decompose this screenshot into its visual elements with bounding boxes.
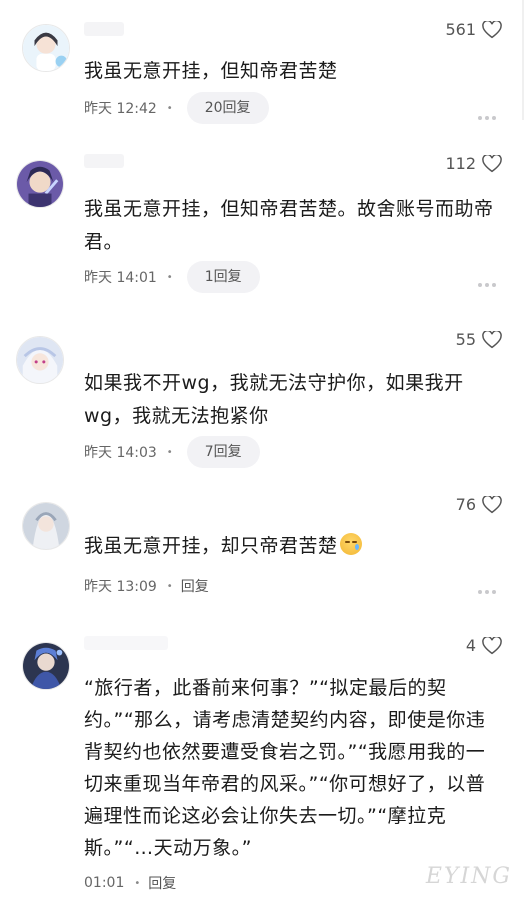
heart-icon [482, 154, 502, 172]
avatar[interactable] [22, 502, 70, 550]
like-count: 55 [455, 330, 476, 349]
comment-meta: 昨天 14:01 • 1回复 [84, 261, 260, 293]
reply-button[interactable]: 7回复 [186, 436, 260, 468]
reply-button[interactable]: 回复 [148, 873, 176, 893]
comment-text: 我虽无意开挂，却只帝君苦楚 [84, 530, 504, 563]
reply-button[interactable]: 1回复 [186, 261, 260, 293]
separator: • [166, 271, 173, 283]
timestamp: 昨天 14:01 [84, 270, 157, 286]
reply-button[interactable]: 20回复 [186, 92, 269, 124]
more-icon[interactable] [478, 105, 500, 120]
comment-text: 我虽无意开挂，但知帝君苦楚。故舍账号而助帝君。 [84, 198, 494, 253]
reply-button[interactable]: 回复 [181, 576, 209, 596]
scroll-edge [522, 0, 524, 120]
heart-icon [482, 20, 502, 38]
like-button[interactable]: 55 [456, 330, 502, 349]
like-count: 112 [445, 154, 476, 173]
timestamp: 昨天 12:42 [84, 101, 157, 117]
comment-3: 55 如果我不开wg，我就无法守护你，如果我开wg，我就无法抱紧你 昨天 14:… [0, 320, 526, 490]
avatar[interactable] [16, 336, 64, 384]
comment-text-body: 我虽无意开挂，却只帝君苦楚 [84, 535, 338, 557]
comment-5: 4 “旅行者，此番前来何事？”“拟定最后的契约。”“那么，请考虑清楚契约内容，即… [0, 630, 526, 897]
separator: • [166, 446, 173, 458]
username-placeholder[interactable] [84, 154, 124, 168]
comment-text: “旅行者，此番前来何事？”“拟定最后的契约。”“那么，请考虑清楚契约内容，即使是… [84, 677, 486, 859]
comment-2: 112 我虽无意开挂，但知帝君苦楚。故舍账号而助帝君。 昨天 14:01 • 1… [0, 150, 526, 320]
comment-meta: 昨天 13:09 • 回复 [84, 576, 209, 596]
heart-icon [482, 636, 502, 654]
watermark-logo: EYING [425, 864, 512, 889]
comment-text: 如果我不开wg，我就无法守护你，如果我开wg，我就无法抱紧你 [84, 372, 464, 427]
separator: • [166, 102, 173, 114]
like-button[interactable]: 76 [456, 495, 502, 514]
separator: • [134, 877, 141, 889]
avatar[interactable] [22, 642, 70, 690]
comment-4: 76 我虽无意开挂，却只帝君苦楚 昨天 13:09 • 回复 [0, 490, 526, 630]
username-placeholder[interactable] [84, 636, 168, 650]
comment-1: 561 我虽无意开挂，但知帝君苦楚 昨天 12:42 • 20回复 [0, 0, 526, 150]
like-button[interactable]: 561 [445, 20, 502, 39]
comment-text: 我虽无意开挂，但知帝君苦楚 [84, 60, 338, 82]
timestamp: 昨天 14:03 [84, 445, 157, 461]
like-button[interactable]: 112 [445, 154, 502, 173]
more-icon[interactable] [478, 579, 500, 594]
comment-meta: 昨天 12:42 • 20回复 [84, 92, 269, 124]
like-count: 561 [445, 20, 476, 39]
heart-icon [482, 495, 502, 513]
timestamp: 昨天 13:09 [84, 579, 157, 595]
heart-icon [482, 330, 502, 348]
comment-meta: 昨天 14:03 • 7回复 [84, 436, 260, 468]
crying-emoji-icon [339, 533, 362, 555]
like-count: 76 [455, 495, 476, 514]
timestamp: 01:01 [84, 875, 125, 891]
comment-meta: 01:01 • 回复 [84, 873, 176, 893]
separator: • [166, 580, 173, 592]
like-button[interactable]: 4 [466, 636, 502, 655]
avatar[interactable] [22, 24, 70, 72]
like-count: 4 [465, 636, 476, 655]
more-icon[interactable] [478, 272, 500, 287]
username-placeholder[interactable] [84, 22, 124, 36]
avatar[interactable] [16, 160, 64, 208]
